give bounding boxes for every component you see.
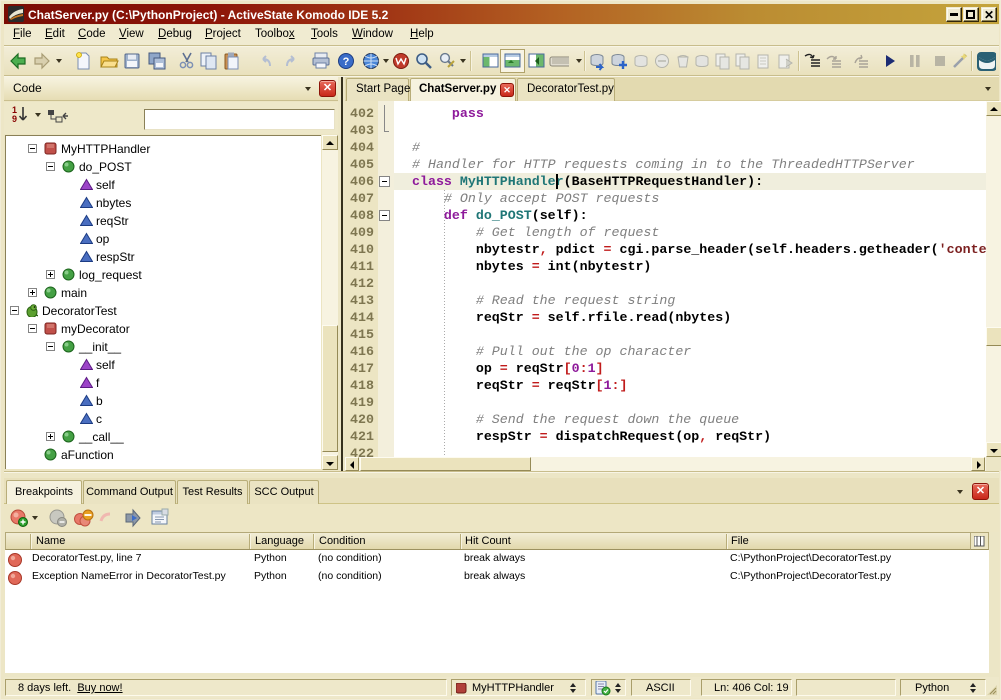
svg-text:?: ? [343, 56, 350, 68]
